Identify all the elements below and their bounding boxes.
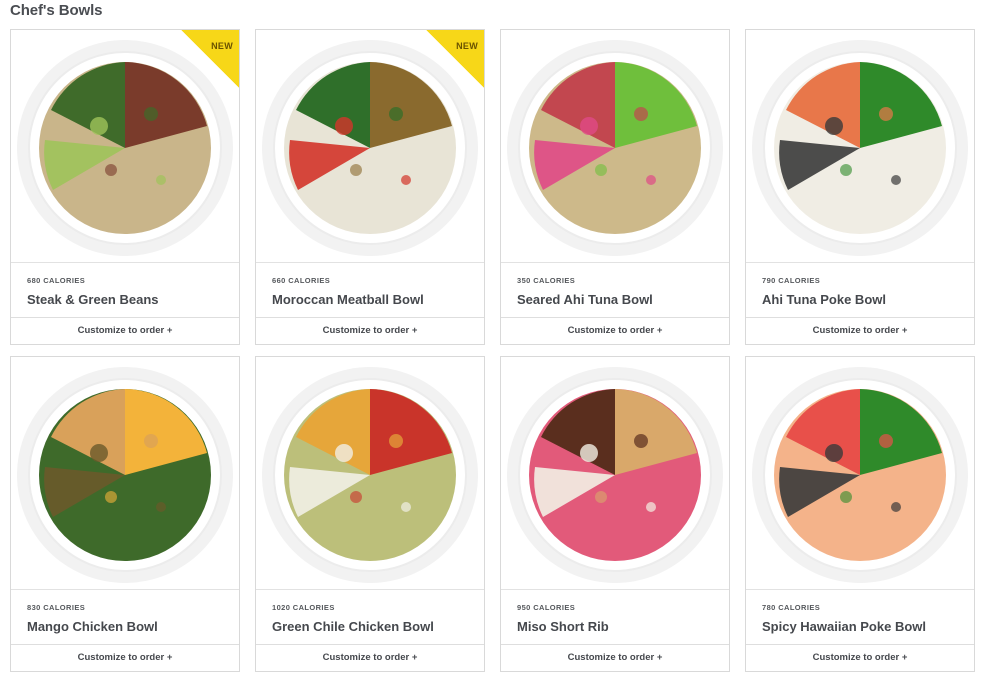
customize-button[interactable]: Customize to order + [746, 644, 974, 671]
bowl-calories: 660 CALORIES [272, 276, 331, 285]
bowl-calories: 1020 CALORIES [272, 603, 335, 612]
bowl-name[interactable]: Mango Chicken Bowl [27, 619, 158, 634]
bowl-card[interactable]: NEW 680 CALORIES Steak & Green Beans Cus… [10, 29, 240, 345]
bowl-name[interactable]: Ahi Tuna Poke Bowl [762, 292, 886, 307]
bowl-calories: 350 CALORIES [517, 276, 576, 285]
new-badge-label: NEW [456, 41, 478, 51]
bowl-card[interactable]: 1020 CALORIES Green Chile Chicken Bowl C… [255, 356, 485, 672]
bowl-name[interactable]: Steak & Green Beans [27, 292, 159, 307]
customize-button[interactable]: Customize to order + [501, 317, 729, 344]
bowl-image[interactable]: NEW [11, 30, 239, 263]
customize-button[interactable]: Customize to order + [256, 317, 484, 344]
bowl-card[interactable]: 950 CALORIES Miso Short Rib Customize to… [500, 356, 730, 672]
customize-button[interactable]: Customize to order + [501, 644, 729, 671]
section-title: Chef's Bowls [10, 2, 103, 19]
bowl-calories: 790 CALORIES [762, 276, 821, 285]
bowl-name[interactable]: Moroccan Meatball Bowl [272, 292, 424, 307]
bowl-calories: 950 CALORIES [517, 603, 576, 612]
bowl-name[interactable]: Green Chile Chicken Bowl [272, 619, 434, 634]
bowl-card[interactable]: 790 CALORIES Ahi Tuna Poke Bowl Customiz… [745, 29, 975, 345]
bowl-image[interactable] [256, 357, 484, 590]
new-badge: NEW [426, 30, 484, 88]
new-badge-label: NEW [211, 41, 233, 51]
bowl-card[interactable]: NEW 660 CALORIES Moroccan Meatball Bowl … [255, 29, 485, 345]
bowl-name[interactable]: Miso Short Rib [517, 619, 609, 634]
customize-button[interactable]: Customize to order + [746, 317, 974, 344]
bowl-image[interactable]: NEW [256, 30, 484, 263]
bowl-calories: 830 CALORIES [27, 603, 86, 612]
bowl-calories: 780 CALORIES [762, 603, 821, 612]
bowl-card[interactable]: 780 CALORIES Spicy Hawaiian Poke Bowl Cu… [745, 356, 975, 672]
bowl-image[interactable] [11, 357, 239, 590]
bowl-image[interactable] [746, 30, 974, 263]
bowl-name[interactable]: Spicy Hawaiian Poke Bowl [762, 619, 926, 634]
bowl-image[interactable] [746, 357, 974, 590]
new-badge: NEW [181, 30, 239, 88]
bowl-calories: 680 CALORIES [27, 276, 86, 285]
bowl-name[interactable]: Seared Ahi Tuna Bowl [517, 292, 653, 307]
bowl-card[interactable]: 350 CALORIES Seared Ahi Tuna Bowl Custom… [500, 29, 730, 345]
customize-button[interactable]: Customize to order + [256, 644, 484, 671]
customize-button[interactable]: Customize to order + [11, 317, 239, 344]
bowl-image[interactable] [501, 30, 729, 263]
bowl-image[interactable] [501, 357, 729, 590]
bowl-card[interactable]: 830 CALORIES Mango Chicken Bowl Customiz… [10, 356, 240, 672]
customize-button[interactable]: Customize to order + [11, 644, 239, 671]
